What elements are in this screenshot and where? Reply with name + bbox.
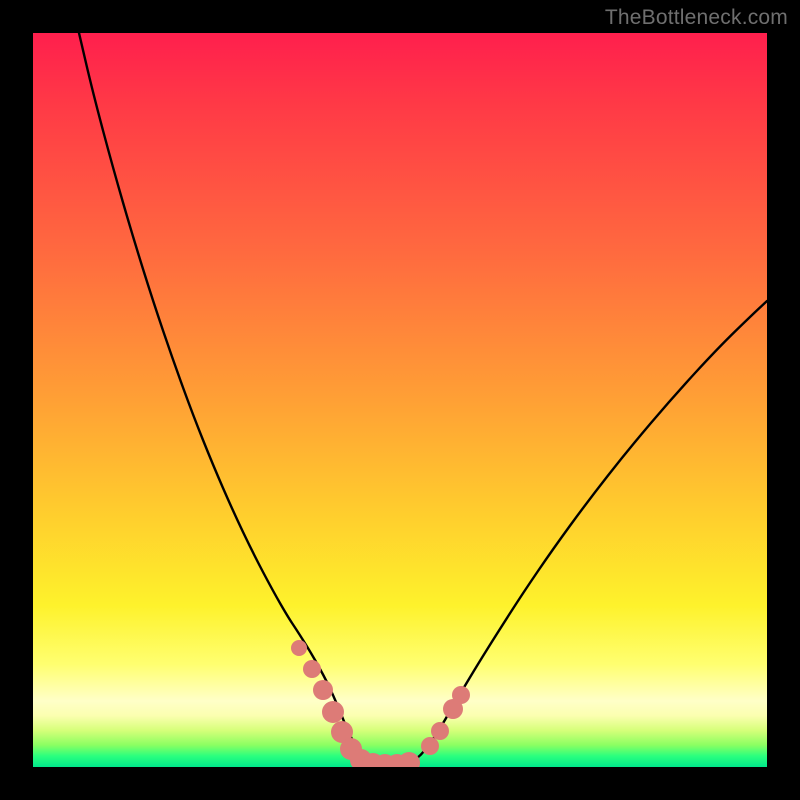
highlight-dot [313, 680, 333, 700]
left-curve [79, 33, 391, 766]
plot-area [33, 33, 767, 767]
highlight-dot [398, 752, 420, 767]
highlight-dot [452, 686, 470, 704]
highlight-dot [291, 640, 307, 656]
chart-frame: TheBottleneck.com [0, 0, 800, 800]
watermark-text: TheBottleneck.com [605, 6, 788, 30]
highlight-dot [421, 737, 439, 755]
highlight-dot [303, 660, 321, 678]
right-curve [391, 301, 767, 766]
curve-svg [33, 33, 767, 767]
highlight-dot [431, 722, 449, 740]
highlight-dots [291, 640, 470, 767]
highlight-dot [322, 701, 344, 723]
